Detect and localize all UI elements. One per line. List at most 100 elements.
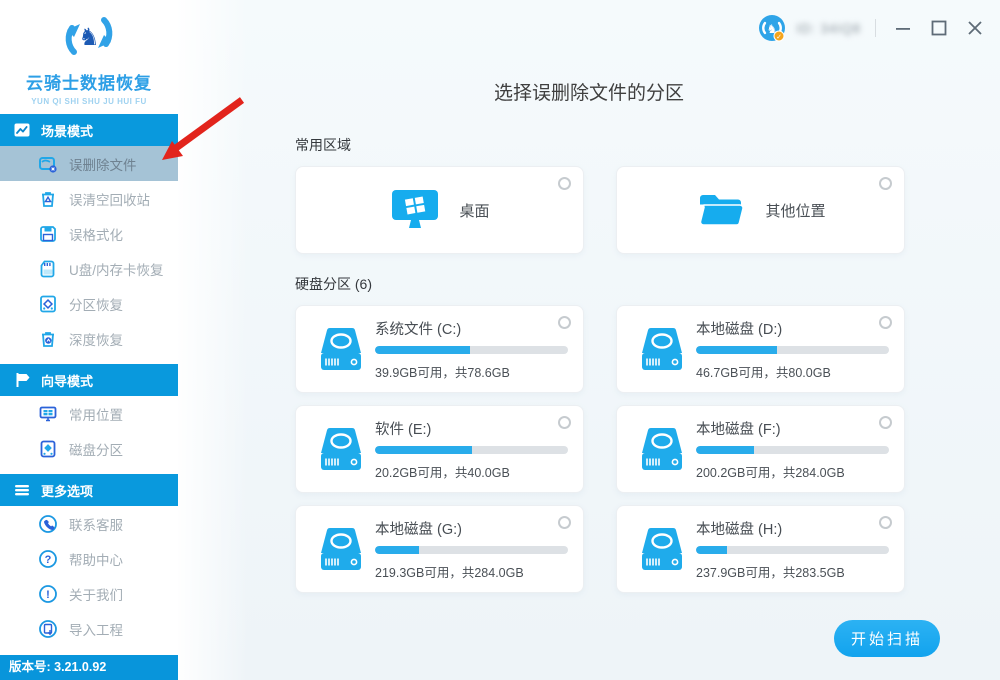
disk-card-d[interactable]: 本地磁盘 (D:) 46.7GB可用，共80.0GB: [616, 305, 905, 393]
disk-detail: 200.2GB可用，共284.0GB: [696, 465, 845, 480]
svg-text:♞: ♞: [78, 24, 100, 51]
disk-name: 本地磁盘 (G:): [375, 521, 462, 538]
disk-card-g[interactable]: 本地磁盘 (G:) 219.3GB可用，共284.0GB: [295, 505, 584, 593]
maximize-button[interactable]: [926, 15, 952, 41]
sidebar-item-import-project[interactable]: 导入工程: [0, 611, 178, 646]
sidebar-item-about-us[interactable]: ! 关于我们: [0, 576, 178, 611]
desktop-card-label: 桌面: [459, 202, 490, 220]
disk-usage-bar: [696, 445, 889, 454]
sidebar-item-emptied-recycle-bin[interactable]: 误清空回收站: [0, 181, 178, 216]
deep-recovery-icon: [42, 331, 54, 347]
sidebar-item-label: 关于我们: [69, 587, 123, 603]
contact-support-icon: [39, 514, 57, 533]
section-label: 场景模式: [41, 123, 94, 139]
recycle-bin-icon: [42, 191, 54, 207]
sidebar-item-disk-partitions[interactable]: 磁盘分区: [0, 431, 178, 466]
version-label: 版本号: 3.21.0.92: [0, 655, 178, 680]
desktop-card[interactable]: 桌面: [295, 166, 584, 254]
disk-card-h[interactable]: 本地磁盘 (H:) 237.9GB可用，共283.5GB: [616, 505, 905, 593]
close-button[interactable]: [962, 15, 988, 41]
disk-card-f[interactable]: 本地磁盘 (F:) 200.2GB可用，共284.0GB: [616, 405, 905, 493]
content-area: 常用区域 桌面 其他位置 硬盘分区 (6) 系统文件 (C:) 39.9GB可用…: [295, 135, 905, 593]
sidebar-item-label: 联系客服: [69, 517, 123, 533]
disk-detail: 237.9GB可用，共283.5GB: [696, 565, 845, 580]
hard-drive-icon: [642, 428, 682, 470]
disk-g-radio[interactable]: [558, 516, 571, 529]
sidebar-item-label: 误格式化: [69, 227, 123, 243]
disk-detail: 39.9GB可用，共78.6GB: [375, 365, 510, 380]
memory-card-icon: [40, 260, 55, 277]
disk-d-radio[interactable]: [879, 316, 892, 329]
account-avatar[interactable]: ♞ ✓: [758, 14, 786, 42]
disk-name: 本地磁盘 (H:): [696, 521, 783, 538]
section-header-more-options: 更多选项: [0, 474, 178, 506]
minimize-icon: [896, 28, 910, 30]
sidebar-item-help-center[interactable]: ? 帮助中心: [0, 541, 178, 576]
sidebar-item-label: 误删除文件: [69, 157, 137, 173]
disk-card-c[interactable]: 系统文件 (C:) 39.9GB可用，共78.6GB: [295, 305, 584, 393]
disk-e-radio[interactable]: [558, 416, 571, 429]
disk-card-e[interactable]: 软件 (E:) 20.2GB可用，共40.0GB: [295, 405, 584, 493]
sidebar-item-label: 常用位置: [69, 407, 123, 423]
sidebar-item-formatted[interactable]: 误格式化: [0, 216, 178, 251]
user-id-masked: ID: 34IQ8: [796, 20, 861, 36]
other-location-card[interactable]: 其他位置: [616, 166, 905, 254]
disk-f-radio[interactable]: [879, 416, 892, 429]
sidebar-item-label: 分区恢复: [69, 297, 123, 313]
disk-name: 本地磁盘 (D:): [696, 321, 783, 338]
common-cards-row: 桌面 其他位置: [295, 166, 905, 254]
maximize-icon: [931, 20, 947, 36]
titlebar: ♞ ✓ ID: 34IQ8: [758, 12, 988, 44]
section-label: 向导模式: [41, 373, 94, 389]
format-icon: [40, 225, 56, 242]
disk-usage-bar: [696, 545, 889, 554]
sidebar-item-label: 导入工程: [69, 622, 123, 638]
app-logo: ♞ 云骑士数据恢复 YUN QI SHI SHU JU HUI FU: [0, 0, 178, 114]
disk-usage-bar: [375, 445, 568, 454]
avatar-logo-icon: ♞ ✓: [759, 15, 786, 42]
other-location-radio[interactable]: [879, 177, 892, 190]
help-center-icon: ?: [39, 549, 57, 568]
sidebar-item-label: 帮助中心: [69, 552, 123, 568]
disk-name: 软件 (E:): [375, 421, 432, 438]
disk-h-radio[interactable]: [879, 516, 892, 529]
svg-text:!: !: [46, 589, 50, 601]
disk-name: 系统文件 (C:): [375, 321, 462, 338]
hard-drive-icon: [642, 528, 682, 570]
sidebar-item-label: 误清空回收站: [69, 192, 150, 208]
wizard-mode-icon: [16, 373, 30, 387]
sidebar-item-common-locations[interactable]: 常用位置: [0, 396, 178, 431]
folder-icon: [700, 195, 745, 226]
start-scan-button[interactable]: 开始扫描: [834, 620, 940, 657]
import-project-icon: [39, 619, 57, 638]
main-panel: ♞ ✓ ID: 34IQ8 选择误删除文件的分区 常用区域 桌面 其他位置 硬盘…: [178, 0, 1000, 680]
sidebar-item-deleted-files[interactable]: 误删除文件: [0, 146, 178, 181]
hard-drive-icon: [321, 528, 361, 570]
app-subtitle: YUN QI SHI SHU JU HUI FU: [31, 97, 147, 106]
minimize-button[interactable]: [890, 15, 916, 41]
disk-grid: 系统文件 (C:) 39.9GB可用，共78.6GB 本地磁盘 (D:) 46.…: [295, 305, 905, 593]
sidebar-item-partition-recovery[interactable]: 分区恢复: [0, 286, 178, 321]
sidebar: ♞ 云骑士数据恢复 YUN QI SHI SHU JU HUI FU 场景模式 …: [0, 0, 178, 680]
close-icon: [968, 21, 982, 35]
disk-usage-bar: [375, 545, 568, 554]
disk-c-radio[interactable]: [558, 316, 571, 329]
section-label: 更多选项: [41, 483, 94, 499]
sidebar-item-label: U盘/内存卡恢复: [69, 262, 164, 278]
sidebar-item-contact-support[interactable]: 联系客服: [0, 506, 178, 541]
disk-usage-bar: [696, 345, 889, 354]
disk-section-label: 硬盘分区 (6): [295, 276, 372, 292]
desktop-radio[interactable]: [558, 177, 571, 190]
sidebar-item-deep-recovery[interactable]: 深度恢复: [0, 321, 178, 356]
other-location-card-label: 其他位置: [765, 202, 826, 220]
partition-recovery-icon: [40, 295, 56, 312]
disk-partition-icon: [40, 440, 56, 457]
app-title: 云骑士数据恢复: [26, 74, 152, 93]
common-location-icon: [39, 406, 57, 421]
disk-detail: 46.7GB可用，共80.0GB: [696, 365, 831, 380]
sidebar-item-label: 磁盘分区: [69, 442, 123, 458]
sidebar-item-usb-memory-card[interactable]: U盘/内存卡恢复: [0, 251, 178, 286]
disk-detail: 219.3GB可用，共284.0GB: [375, 565, 524, 580]
svg-text:?: ?: [45, 554, 52, 566]
titlebar-divider: [875, 19, 876, 37]
